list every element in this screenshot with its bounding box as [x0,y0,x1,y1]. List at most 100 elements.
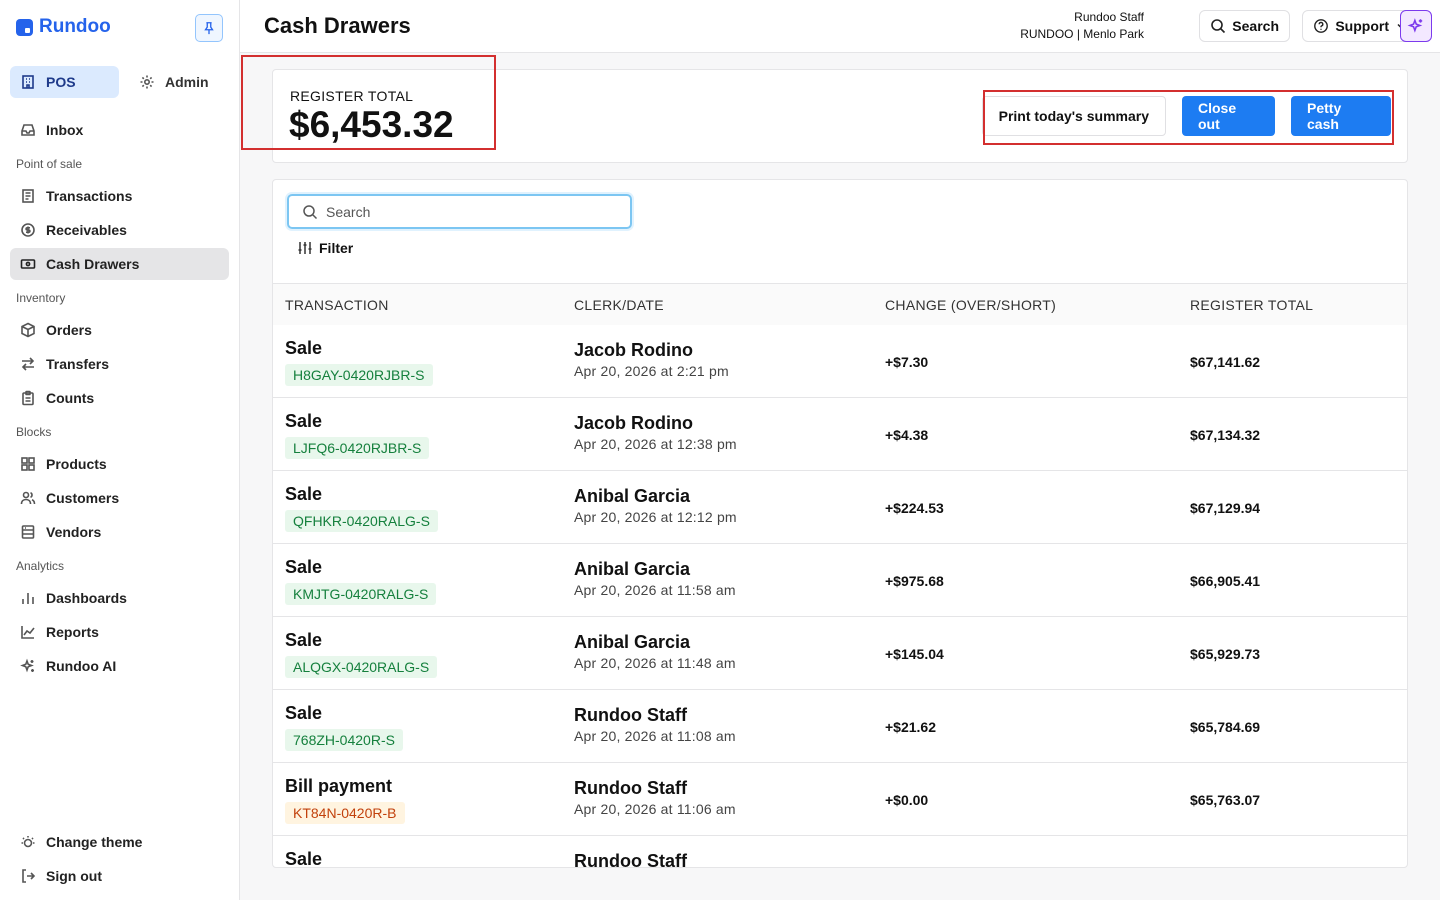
brand-logo[interactable]: Rundoo [16,16,111,38]
transaction-type: Sale [285,849,323,868]
grid-icon [20,456,36,472]
transaction-id-badge[interactable]: KMJTG-0420RALG-S [285,583,437,605]
clerk-name: Anibal Garcia [574,486,691,506]
transaction-date: Apr 20, 2026 at 12:12 pm [574,509,737,525]
register-total-label: REGISTER TOTAL [290,88,414,104]
sidebar-item-cash-drawers[interactable]: Cash Drawers [10,248,229,280]
transaction-id-badge[interactable]: QFHKR-0420RALG-S [285,510,438,532]
brand-name: Rundoo [39,16,111,37]
table-row[interactable]: Bill payment KT84N-0420R-B Rundoo Staff Apr… [273,763,1407,836]
transaction-id-badge[interactable]: LJFQ6-0420RJBR-S [285,437,430,459]
table-row[interactable]: Sale LJFQ6-0420RJBR-S Jacob Rodino Apr 20, … [273,398,1407,471]
sidebar-item-label: Rundoo AI [46,658,117,674]
table-row[interactable]: Sale KMJTG-0420RALG-S Anibal Garcia Apr 20,… [273,544,1407,617]
sidebar-item-orders[interactable]: Orders [10,314,229,346]
sidebar-item-rundoo-ai[interactable]: Rundoo AI [10,650,229,682]
sidebar-item-label: Orders [46,322,92,338]
register-total-cell: $67,141.62 [1190,354,1261,370]
transaction-id-badge[interactable]: H8GAY-0420RJBR-S [285,364,433,386]
transaction-type: Sale [285,338,323,358]
dollar-circle-icon [20,222,36,238]
sidebar-item-customers[interactable]: Customers [10,482,229,514]
table-row[interactable]: Sale QFHKR-0420RALG-S Anibal Garcia Apr 20,… [273,471,1407,544]
transaction-type: Bill payment [285,776,393,796]
table-row[interactable]: Sale ALQGX-0420RALG-S Anibal Garcia Apr 20,… [273,617,1407,690]
tab-pos-label: POS [46,74,76,90]
table-row[interactable]: Sale Rundoo Staff [273,836,1407,868]
section-title-analytics: Analytics [16,559,65,573]
close-out-button[interactable]: Close out [1182,96,1275,136]
users-icon [20,490,36,506]
filter-label: Filter [319,240,354,256]
sidebar-item-change-theme[interactable]: Change theme [10,826,229,858]
filter-button[interactable]: Filter [297,240,353,256]
column-header-clerk-date[interactable]: CLERK/DATE [574,297,664,313]
sidebar-item-label: Reports [46,624,99,640]
section-title-inventory: Inventory [16,291,66,305]
column-header-change[interactable]: CHANGE (OVER/SHORT) [885,297,1056,313]
sidebar-item-vendors[interactable]: Vendors [10,516,229,548]
clerk-name: Jacob Rodino [574,413,694,433]
transaction-date: Apr 20, 2026 at 11:48 am [574,655,736,671]
store-location: RUNDOO | Menlo Park [1020,27,1144,41]
transaction-date: Apr 20, 2026 at 11:06 am [574,801,736,817]
table-search-field[interactable] [287,194,632,229]
change-amount: +$0.00 [885,792,929,808]
transaction-id-badge[interactable]: 768ZH-0420R-S [285,729,403,751]
rundoo-logo-icon [16,18,33,36]
sidebar-item-reports[interactable]: Reports [10,616,229,648]
sidebar-item-dashboards[interactable]: Dashboards [10,582,229,614]
sidebar-item-sign-out[interactable]: Sign out [10,860,229,892]
sidebar-item-label: Cash Drawers [46,256,140,272]
table-row[interactable]: Sale H8GAY-0420RJBR-S Jacob Rodino Apr 20, … [273,325,1407,398]
bar-chart-icon [20,590,36,606]
theme-icon [20,834,36,850]
cash-icon [20,256,36,272]
clipboard-icon [20,390,36,406]
sidebar-item-label: Vendors [46,524,102,540]
sidebar-item-label: Transfers [46,356,110,372]
sidebar-item-transactions[interactable]: Transactions [10,180,229,212]
register-total-cell: $65,784.69 [1190,719,1261,735]
tab-pos[interactable]: POS [10,66,119,98]
column-header-transaction[interactable]: TRANSACTION [285,297,389,313]
table-body: Sale H8GAY-0420RJBR-S Jacob Rodino Apr 20, … [273,325,1407,868]
clerk-name: Rundoo Staff [574,705,687,725]
section-title-point-of-sale: Point of sale [16,157,83,171]
sidebar-item-products[interactable]: Products [10,448,229,480]
sidebar-item-inbox[interactable]: Inbox [10,114,229,146]
search-button[interactable]: Search [1199,10,1290,42]
sparkle-icon [20,658,36,674]
sidebar-item-label: Counts [46,390,95,406]
table-row[interactable]: Sale 768ZH-0420R-S Rundoo Staff Apr 20, 202… [273,690,1407,763]
transaction-date: Apr 20, 2026 at 11:58 am [574,582,736,598]
transaction-id-badge[interactable]: ALQGX-0420RALG-S [285,656,438,678]
sidebar-item-transfers[interactable]: Transfers [10,348,229,380]
search-icon [1211,19,1226,34]
sparkle-icon [1407,18,1423,33]
support-button-label: Support [1335,18,1389,34]
sidebar-item-counts[interactable]: Counts [10,382,229,414]
register-total-cell: $67,134.32 [1190,427,1261,443]
column-header-register-total[interactable]: REGISTER TOTAL [1190,297,1313,313]
section-title-blocks: Blocks [16,425,52,439]
change-amount: +$21.62 [885,719,936,735]
tab-admin[interactable]: Admin [129,66,219,98]
petty-cash-button[interactable]: Petty cash [1291,96,1391,136]
register-summary-card: REGISTER TOTAL $6,453.32 Print today's s… [272,69,1408,163]
search-input[interactable] [326,203,616,220]
register-total-cell: $66,905.41 [1190,573,1261,589]
sidebar-item-receivables[interactable]: Receivables [10,214,229,246]
search-button-label: Search [1232,18,1279,34]
change-amount: +$145.04 [885,646,944,662]
store-icon [20,524,36,540]
transaction-id-badge[interactable]: KT84N-0420R-B [285,802,405,824]
arrows-icon [20,356,36,372]
print-summary-button[interactable]: Print today's summary [981,96,1166,136]
search-icon [303,204,318,219]
ai-assistant-button[interactable] [1400,10,1432,42]
pin-sidebar-button[interactable] [195,14,223,42]
store-info: Rundoo Staff RUNDOO | Menlo Park [1020,9,1144,43]
clerk-name: Anibal Garcia [574,559,691,579]
sidebar-item-label: Products [46,456,107,472]
